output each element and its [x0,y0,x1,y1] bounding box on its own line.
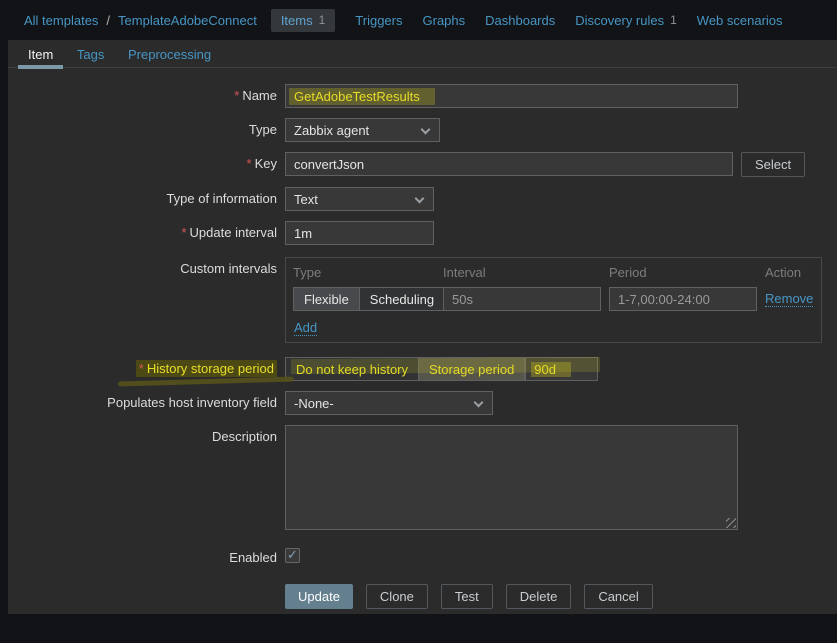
chevron-down-icon [421,125,431,135]
column-action: Action [765,265,814,280]
column-interval: Interval [443,265,609,280]
period-input[interactable] [609,287,757,311]
history-segmented: Do not keep history Storage period [285,357,525,381]
key-select-button[interactable]: Select [741,152,805,177]
custom-intervals-header: Type Interval Period Action [293,265,814,280]
footer-buttons-row: Update Clone Test Delete Cancel [8,580,837,609]
interval-type-segmented: Flexible Scheduling [293,287,443,311]
item-form: *Name Type Zabbix agent *Key Sele [8,68,837,609]
nav-tab-discovery-label: Discovery rules [575,13,664,28]
form-tabs: Item Tags Preprocessing [8,40,837,68]
add-link[interactable]: Add [294,321,317,336]
interval-input[interactable] [443,287,601,311]
key-input[interactable] [285,152,733,176]
scheduling-option[interactable]: Scheduling [360,288,444,310]
custom-interval-row: Flexible Scheduling Remove [293,287,814,311]
required-marker: * [234,88,239,103]
nav-tabs: Items 1 Triggers Graphs Dashboards Disco… [271,9,783,32]
tab-tags[interactable]: Tags [67,40,114,68]
update-interval-input[interactable] [285,221,434,245]
required-marker: * [139,361,144,376]
required-marker: * [181,225,186,240]
required-marker: * [247,156,252,171]
nav-tab-items-label: Items [281,13,313,28]
test-button[interactable]: Test [441,584,493,609]
nav-tab-dashboards[interactable]: Dashboards [485,13,555,28]
do-not-keep-history-option[interactable]: Do not keep history [286,358,419,380]
type-select-value: Zabbix agent [294,123,369,138]
remove-link[interactable]: Remove [765,292,813,307]
type-label: Type [8,118,285,142]
enabled-row: Enabled [8,546,837,565]
breadcrumb-template-name[interactable]: TemplateAdobeConnect [118,13,257,28]
top-navigation: All templates / TemplateAdobeConnect Ite… [0,0,837,40]
cancel-button[interactable]: Cancel [584,584,652,609]
name-label: *Name [8,84,285,108]
breadcrumb: All templates / TemplateAdobeConnect [24,13,257,28]
clone-button[interactable]: Clone [366,584,428,609]
enabled-label: Enabled [8,546,285,565]
update-button[interactable]: Update [285,584,353,609]
history-period-input[interactable] [525,357,598,381]
description-label: Description [8,425,285,530]
nav-tab-discovery-rules[interactable]: Discovery rules 1 [575,13,677,28]
type-of-information-select[interactable]: Text [285,187,434,211]
key-row: *Key Select [8,152,837,177]
update-interval-label: *Update interval [8,221,285,245]
column-period: Period [609,265,765,280]
breadcrumb-separator: / [106,13,110,28]
name-input[interactable] [285,84,738,108]
nav-tab-items-count: 1 [319,13,326,27]
update-interval-row: *Update interval [8,221,837,245]
nav-tab-triggers[interactable]: Triggers [355,13,402,28]
inventory-field-select[interactable]: -None- [285,391,493,415]
resize-handle[interactable] [726,518,736,528]
enabled-checkbox[interactable] [285,548,300,563]
tab-preprocessing[interactable]: Preprocessing [118,40,221,68]
column-type: Type [293,265,443,280]
custom-intervals-row: Custom intervals Type Interval Period Ac… [8,257,837,343]
type-of-information-label: Type of information [8,187,285,211]
chevron-down-icon [415,194,425,204]
nav-tab-web-scenarios[interactable]: Web scenarios [697,13,783,28]
type-select[interactable]: Zabbix agent [285,118,440,142]
custom-intervals-label: Custom intervals [8,257,285,343]
tab-item[interactable]: Item [18,40,63,68]
description-textarea[interactable] [285,425,738,530]
type-row: Type Zabbix agent [8,118,837,142]
description-row: Description [8,425,837,530]
type-of-information-row: Type of information Text [8,187,837,211]
custom-intervals-box: Type Interval Period Action Flexible Sch… [285,257,822,343]
nav-tab-items[interactable]: Items 1 [271,9,335,32]
nav-tab-discovery-count: 1 [670,13,677,27]
breadcrumb-all-templates[interactable]: All templates [24,13,98,28]
name-row: *Name [8,84,837,108]
nav-tab-graphs[interactable]: Graphs [423,13,466,28]
type-of-information-value: Text [294,192,318,207]
key-label: *Key [8,152,285,177]
history-storage-period-row: *History storage period Do not keep hist… [8,357,837,381]
inventory-field-value: -None- [294,396,334,411]
item-form-panel: Item Tags Preprocessing *Name Type Zabbi… [8,40,837,614]
delete-button[interactable]: Delete [506,584,572,609]
chevron-down-icon [474,398,484,408]
inventory-field-row: Populates host inventory field -None- [8,391,837,415]
flexible-option[interactable]: Flexible [294,288,360,310]
storage-period-option[interactable]: Storage period [419,358,524,380]
inventory-field-label: Populates host inventory field [8,391,285,415]
